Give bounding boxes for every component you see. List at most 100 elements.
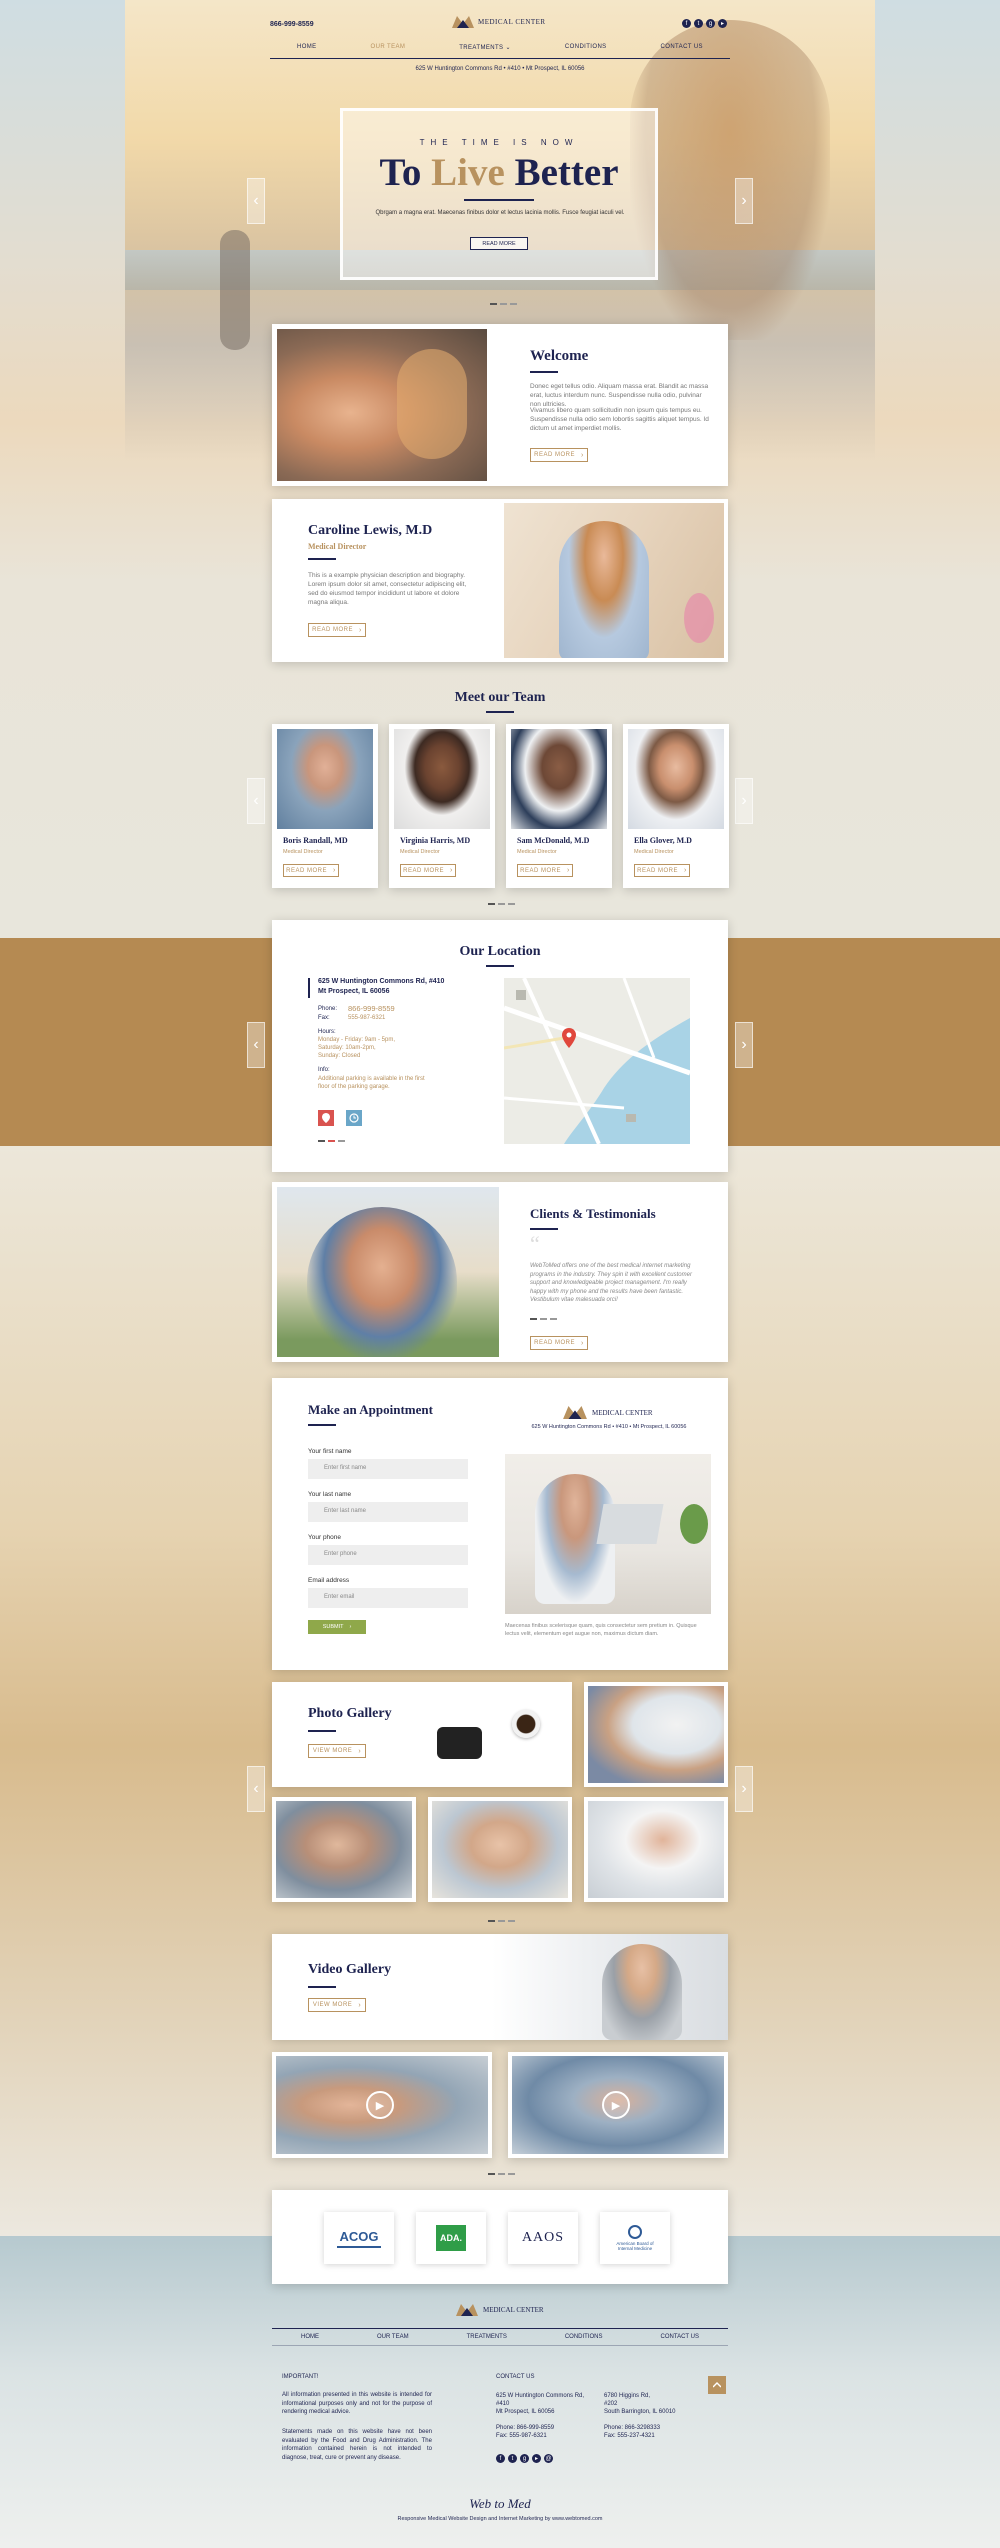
team-member-role: Medical Director (634, 849, 674, 855)
testimonials-read-more-button[interactable]: READ MORE › (530, 1336, 588, 1350)
location-prev-arrow[interactable]: ‹ (247, 1022, 265, 1068)
gallery-photo[interactable] (584, 1682, 728, 1787)
footer-nav-contact-us[interactable]: CONTACT US (661, 2334, 699, 2340)
footer-nav-treatments[interactable]: TREATMENTS (467, 2334, 507, 2340)
slider-dot[interactable] (540, 1318, 547, 1320)
play-icon[interactable]: ▶ (602, 2091, 630, 2119)
chevron-right-icon: › (684, 867, 687, 874)
footer-nav-underline (272, 2345, 728, 2346)
facebook-icon[interactable]: f (682, 19, 691, 28)
gallery-photo[interactable] (272, 1797, 416, 1902)
slider-dot[interactable] (508, 1920, 515, 1922)
first-name-input[interactable]: Enter first name (308, 1459, 468, 1479)
location-next-arrow[interactable]: › (735, 1022, 753, 1068)
google-plus-icon[interactable]: g (706, 19, 715, 28)
partner-logo-acog[interactable]: ACOG (324, 2212, 394, 2264)
submit-button[interactable]: SUBMIT › (308, 1620, 366, 1634)
slider-dot[interactable] (338, 1140, 345, 1142)
facebook-icon[interactable]: f (496, 2454, 505, 2463)
partner-logo-aaos[interactable]: AAOS (508, 2212, 578, 2264)
slider-dot[interactable] (550, 1318, 557, 1320)
address-line: 625 W Huntington Commons Rd, (496, 2393, 585, 2399)
gallery-next-arrow[interactable]: › (735, 1766, 753, 1812)
team-photo (511, 729, 607, 829)
header-logo[interactable]: MEDICAL CENTER (452, 16, 546, 28)
footer-nav-conditions[interactable]: CONDITIONS (565, 2334, 603, 2340)
video-gallery-bg (492, 1934, 728, 2040)
nav-conditions[interactable]: CONDITIONS (565, 44, 607, 51)
email-input[interactable]: Enter email (308, 1588, 468, 1608)
gallery-photo[interactable] (584, 1797, 728, 1902)
play-icon[interactable]: ▶ (366, 2091, 394, 2119)
team-read-more-button[interactable]: READ MORE › (517, 864, 573, 877)
map-pin-button[interactable] (318, 1110, 334, 1126)
slider-dot[interactable] (498, 2173, 505, 2175)
video-thumbnail[interactable]: ▶ (272, 2052, 492, 2158)
contact-phone-b[interactable]: Phone: 866-3298333 (604, 2424, 676, 2432)
slider-dot[interactable] (498, 1920, 505, 1922)
slider-dot[interactable] (328, 1140, 335, 1142)
twitter-icon[interactable]: t (508, 2454, 517, 2463)
chevron-right-icon: › (581, 451, 584, 459)
footer-nav-home[interactable]: HOME (301, 2334, 319, 2340)
video-thumbnail[interactable]: ▶ (508, 2052, 728, 2158)
acog-underline (337, 2245, 381, 2248)
nav-contact-us[interactable]: CONTACT US (661, 44, 703, 51)
nav-our-team[interactable]: OUR TEAM (371, 44, 406, 51)
location-phone[interactable]: 866-999-8559 (348, 1004, 395, 1013)
team-read-more-button[interactable]: READ MORE › (283, 864, 339, 877)
partner-logo-abim[interactable]: American Board of Internal Medicine (600, 2212, 670, 2264)
google-plus-icon[interactable]: g (520, 2454, 529, 2463)
hero-next-arrow[interactable]: › (735, 178, 753, 224)
gallery-photo[interactable] (428, 1797, 572, 1902)
phone-input[interactable]: Enter phone (308, 1545, 468, 1565)
slider-dot[interactable] (508, 903, 515, 905)
slider-dot[interactable] (530, 1318, 537, 1320)
slider-dot[interactable] (498, 903, 505, 905)
address-line: 6780 Higgins Rd, (604, 2393, 651, 2399)
welcome-read-more-button[interactable]: READ MORE › (530, 448, 588, 462)
slider-dot[interactable] (510, 303, 517, 305)
slider-dot[interactable] (488, 1920, 495, 1922)
team-read-more-button[interactable]: READ MORE › (634, 864, 690, 877)
hero-read-more-button[interactable]: READ MORE (470, 237, 528, 250)
footer-credit[interactable]: Responsive Medical Website Design and In… (0, 2516, 1000, 2522)
youtube-icon[interactable]: ▸ (718, 19, 727, 28)
youtube-icon[interactable]: ▸ (532, 2454, 541, 2463)
slider-dot[interactable] (318, 1140, 325, 1142)
slider-dot[interactable] (490, 303, 497, 305)
slider-dot[interactable] (488, 2173, 495, 2175)
back-to-top-button[interactable] (708, 2376, 726, 2394)
slider-dot[interactable] (488, 903, 495, 905)
nav-home[interactable]: HOME (297, 44, 317, 51)
footer-logo[interactable]: MEDICAL CENTER (455, 2304, 544, 2316)
team-read-more-button[interactable]: READ MORE › (400, 864, 456, 877)
hero-prev-arrow[interactable]: ‹ (247, 178, 265, 224)
button-label: READ MORE (286, 867, 327, 874)
footer-nav-our-team[interactable]: OUR TEAM (377, 2334, 409, 2340)
last-name-input[interactable]: Enter last name (308, 1502, 468, 1522)
welcome-photo-highlight (397, 349, 467, 459)
email-icon[interactable]: @ (544, 2454, 553, 2463)
team-next-arrow[interactable]: › (735, 778, 753, 824)
webtomed-logo[interactable]: Web to Med (0, 2496, 1000, 2512)
heading-underline (530, 1228, 558, 1230)
nav-treatments[interactable]: TREATMENTS ⌄ (459, 44, 511, 51)
contact-phone-a[interactable]: Phone: 866-999-8559 (496, 2424, 584, 2432)
slider-dot[interactable] (500, 303, 507, 305)
gallery-prev-arrow[interactable]: ‹ (247, 1766, 265, 1812)
director-read-more-button[interactable]: READ MORE › (308, 623, 366, 637)
photo-gallery-header: Photo Gallery VIEW MORE › (272, 1682, 572, 1787)
clock-button[interactable] (346, 1110, 362, 1126)
video-gallery-view-more-button[interactable]: VIEW MORE › (308, 1998, 366, 2012)
team-prev-arrow[interactable]: ‹ (247, 778, 265, 824)
header-phone[interactable]: 866-999-8559 (270, 21, 314, 28)
nav-divider (270, 58, 730, 59)
partner-logo-ada[interactable]: ADA. (416, 2212, 486, 2264)
social-links: f t g ▸ (682, 19, 727, 28)
slider-dot[interactable] (508, 2173, 515, 2175)
team-slider-dots (488, 903, 515, 905)
location-map[interactable] (504, 978, 690, 1144)
photo-gallery-view-more-button[interactable]: VIEW MORE › (308, 1744, 366, 1758)
twitter-icon[interactable]: t (694, 19, 703, 28)
